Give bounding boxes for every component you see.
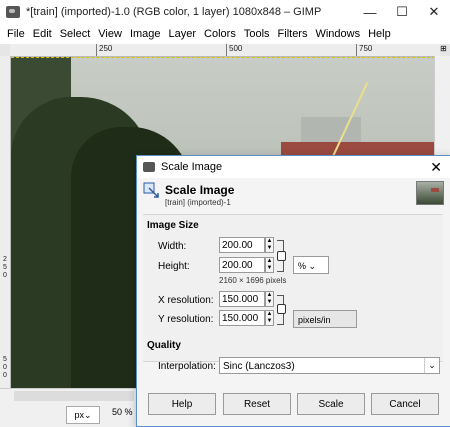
vertical-ruler[interactable]: 2 5 0 5 0 0 (0, 56, 11, 388)
x-resolution-spin-buttons[interactable]: ▲ ▼ (265, 291, 274, 307)
chevron-down-icon: ⌄ (424, 358, 439, 373)
height-label: Height: (158, 261, 190, 272)
close-icon[interactable]: ✕ (418, 0, 450, 24)
x-resolution-label: X resolution: (158, 295, 214, 306)
ruler-tick: 0 (3, 364, 7, 371)
width-input[interactable]: 200.00 (219, 237, 265, 253)
ruler-tick: 0 (3, 372, 7, 379)
ruler-tick: 500 (226, 44, 242, 56)
width-spin-buttons[interactable]: ▲ ▼ (265, 237, 274, 253)
menu-tools[interactable]: Tools (244, 28, 270, 40)
section-quality: Quality (147, 340, 181, 351)
ruler-tick: 2 (3, 256, 7, 263)
ruler-tick: 750 (356, 44, 372, 56)
layer-boundary (11, 57, 435, 58)
menu-layer[interactable]: Layer (169, 28, 197, 40)
scale-icon (143, 182, 159, 198)
menu-image[interactable]: Image (130, 28, 161, 40)
ruler-tick: 250 (96, 44, 112, 56)
maximize-icon[interactable]: ☐ (386, 0, 418, 24)
window-title: *[train] (imported)-1.0 (RGB color, 1 la… (26, 6, 322, 18)
close-icon[interactable]: ✕ (430, 159, 442, 176)
height-spin-buttons[interactable]: ▲ ▼ (265, 257, 274, 273)
pixel-dimensions: 2160 × 1696 pixels (219, 276, 287, 285)
menu-colors[interactable]: Colors (204, 28, 236, 40)
height-input[interactable]: 200.00 (219, 257, 265, 273)
dialog-title: Scale Image (161, 161, 223, 173)
unit-value: px (74, 410, 84, 420)
dialog-panel (143, 214, 443, 362)
y-resolution-input[interactable]: 150.000 (219, 310, 265, 326)
chain-link-icon[interactable] (277, 304, 286, 314)
resolution-unit-select[interactable]: pixels/in (293, 310, 357, 328)
image-thumbnail (416, 181, 444, 205)
size-unit-select[interactable]: % ⌄ (293, 256, 329, 274)
menubar: File Edit Select View Image Layer Colors… (0, 24, 450, 44)
section-image-size: Image Size (147, 220, 199, 231)
gimp-app-icon (6, 6, 20, 18)
ruler-tick: 5 (3, 264, 7, 271)
width-label: Width: (158, 241, 187, 252)
zoom-level[interactable]: 50 % (112, 407, 133, 417)
navigate-icon[interactable]: ⊞ (440, 44, 450, 56)
gimp-app-icon (143, 162, 155, 172)
menu-file[interactable]: File (7, 28, 25, 40)
horizontal-ruler[interactable]: 250 500 750 (10, 44, 440, 57)
menu-windows[interactable]: Windows (315, 28, 360, 40)
help-button[interactable]: Help (148, 393, 216, 415)
unit-select[interactable]: px⌄ (66, 406, 100, 424)
y-resolution-label: Y resolution: (158, 314, 214, 325)
chain-link-icon[interactable] (277, 251, 286, 261)
size-unit-value: % (298, 261, 307, 271)
menu-edit[interactable]: Edit (33, 28, 52, 40)
menu-help[interactable]: Help (368, 28, 391, 40)
ruler-tick: 0 (3, 272, 7, 279)
gimp-titlebar: *[train] (imported)-1.0 (RGB color, 1 la… (0, 0, 450, 24)
interpolation-label: Interpolation: (158, 361, 216, 372)
dialog-heading: Scale Image (165, 183, 235, 197)
window-controls: — ☐ ✕ (354, 0, 450, 24)
y-resolution-spin-buttons[interactable]: ▲ ▼ (265, 310, 274, 326)
dialog-header: Scale Image [train] (imported)-1 (137, 178, 450, 210)
menu-select[interactable]: Select (60, 28, 91, 40)
horizontal-scrollbar[interactable] (14, 391, 134, 401)
scale-button[interactable]: Scale (297, 393, 365, 415)
reset-button[interactable]: Reset (223, 393, 291, 415)
ruler-tick: 5 (3, 356, 7, 363)
scale-image-dialog: Scale Image ✕ Scale Image [train] (impor… (136, 155, 450, 427)
interpolation-select[interactable]: Sinc (Lanczos3) ⌄ (219, 357, 440, 374)
minimize-icon[interactable]: — (354, 0, 386, 24)
x-resolution-input[interactable]: 150.000 (219, 291, 265, 307)
dialog-subheading: [train] (imported)-1 (165, 198, 231, 207)
menu-view[interactable]: View (98, 28, 122, 40)
cancel-button[interactable]: Cancel (371, 393, 439, 415)
dialog-titlebar: Scale Image ✕ (137, 156, 450, 178)
interpolation-value: Sinc (Lanczos3) (223, 361, 295, 372)
menu-filters[interactable]: Filters (278, 28, 308, 40)
